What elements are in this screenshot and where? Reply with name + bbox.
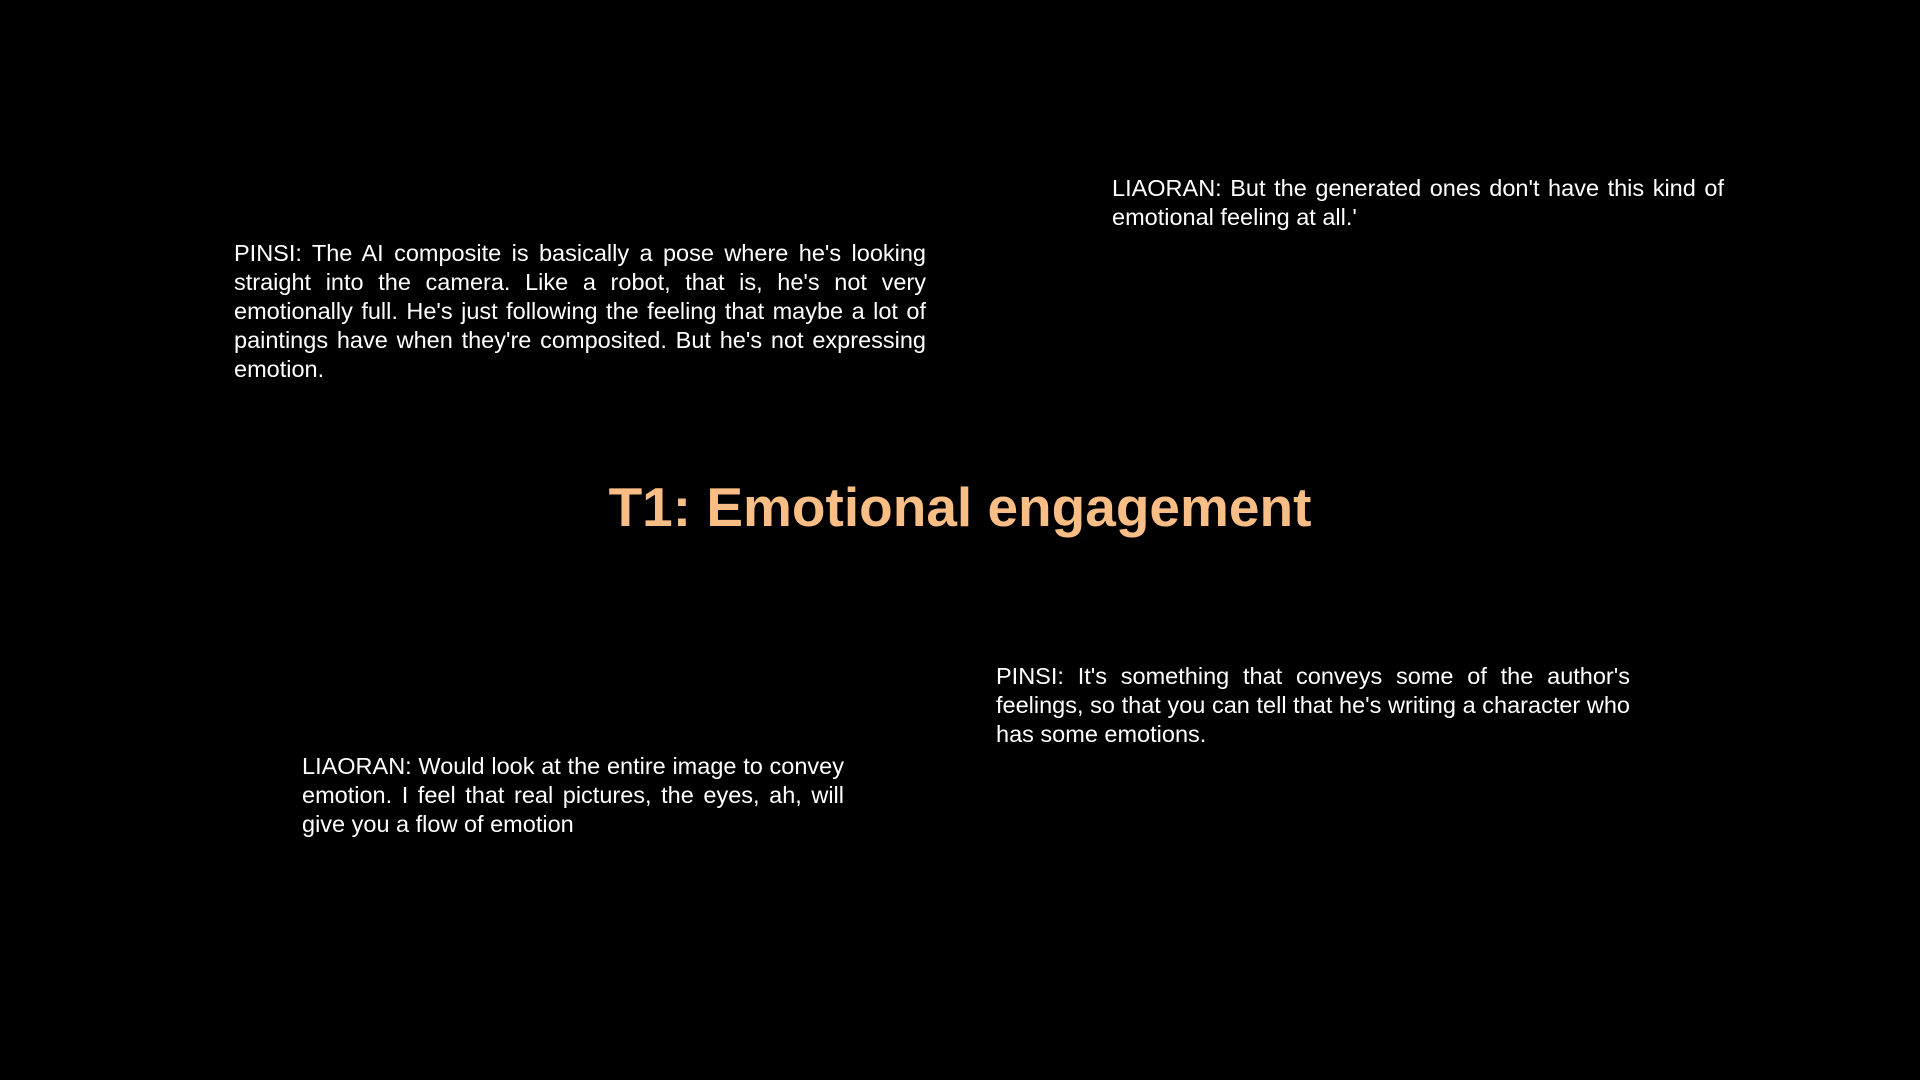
quote-pinsi-author-feelings: PINSI: It's something that conveys some …	[996, 663, 1630, 747]
quote-liaoran-generated: LIAORAN: But the generated ones don't ha…	[1112, 175, 1724, 230]
slide: PINSI: The AI composite is basically a p…	[0, 0, 1920, 1080]
quote-liaoran-entire-image: LIAORAN: Would look at the entire image …	[302, 753, 844, 837]
slide-title: T1: Emotional engagement	[608, 476, 1312, 538]
quote-pinsi-ai-composite: PINSI: The AI composite is basically a p…	[234, 240, 926, 382]
